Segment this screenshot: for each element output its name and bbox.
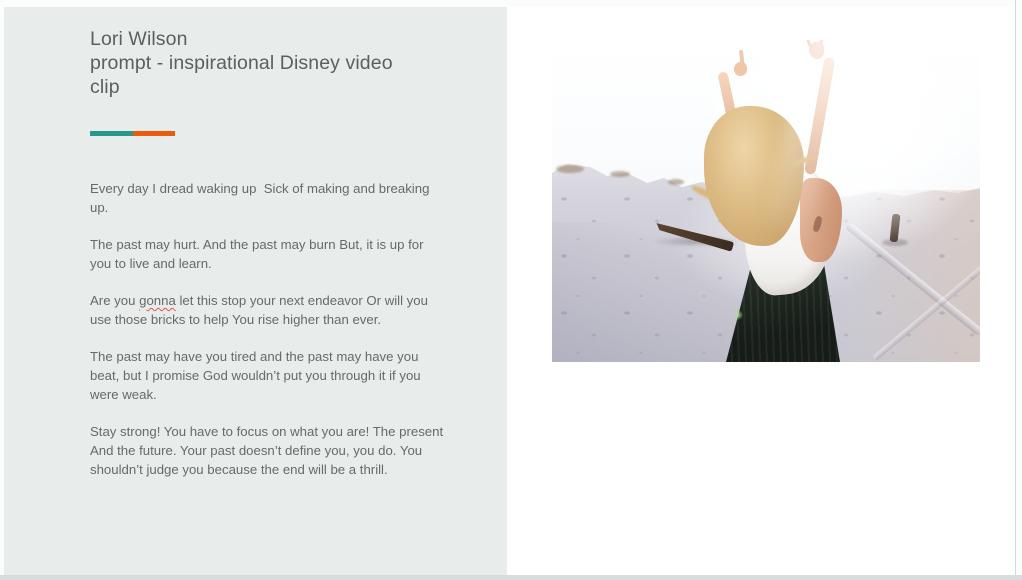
slide-photo[interactable] (552, 40, 980, 362)
title-line-2: prompt - inspirational Disney video (90, 51, 450, 75)
photo-ridge-rock (610, 171, 630, 177)
divider-orange-segment (133, 131, 175, 136)
paragraph-2: The past may hurt. And the past may burn… (90, 235, 448, 273)
title-line-1: Lori Wilson (90, 27, 450, 51)
paragraph-5: Stay strong! You have to focus on what y… (90, 422, 448, 479)
slide-body-textbox[interactable]: Every day I dread waking up Sick of maki… (90, 179, 448, 497)
spellcheck-underline: gonna (139, 293, 176, 308)
divider-teal-segment (90, 131, 133, 136)
paragraph-4: The past may have you tired and the past… (90, 347, 448, 404)
slide-title-textbox[interactable]: Lori Wilson prompt - inspirational Disne… (90, 27, 450, 99)
title-line-3: clip (90, 75, 450, 99)
accent-divider (90, 131, 175, 136)
photo-ridge-rock (668, 179, 684, 185)
paragraph-1: Every day I dread waking up Sick of maki… (90, 179, 448, 217)
photo-person-left-hand (734, 62, 747, 76)
slide-right-border (1015, 0, 1016, 575)
app-stage: Lori Wilson prompt - inspirational Disne… (0, 0, 1022, 580)
page-title: Lori Wilson prompt - inspirational Disne… (90, 27, 450, 99)
photo-lens-flare-dot (733, 310, 743, 320)
paragraph-3: Are you gonna let this stop your next en… (90, 291, 448, 329)
photo-ridge-rock (556, 165, 584, 173)
slide-canvas: Lori Wilson prompt - inspirational Disne… (4, 7, 1015, 575)
app-bottom-strip (0, 575, 1022, 580)
